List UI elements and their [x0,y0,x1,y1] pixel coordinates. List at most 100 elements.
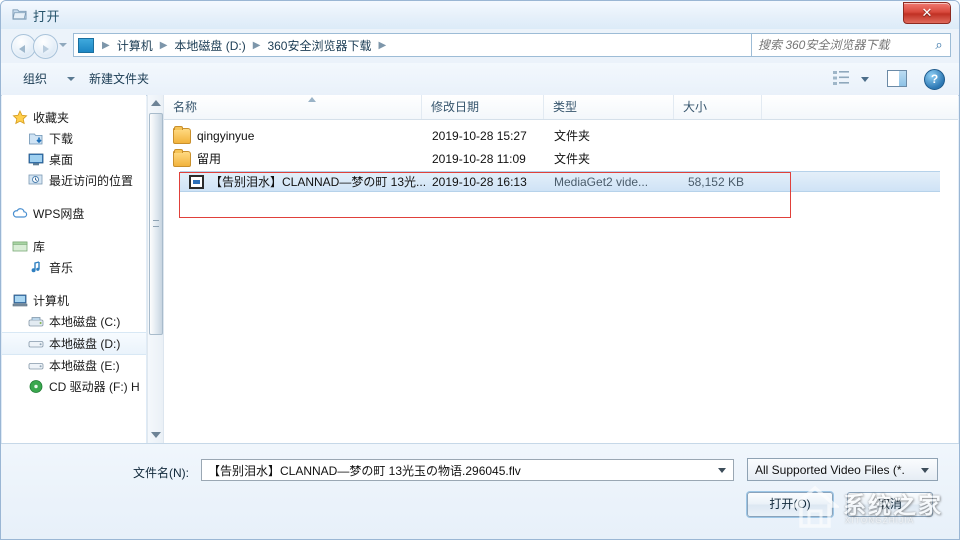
column-headers: 名称 修改日期 类型 大小 [164,95,958,120]
filename-label: 文件名(N): [133,466,189,480]
drive-icon [28,363,44,370]
file-name-text: 留用 [197,152,222,166]
chevron-down-icon[interactable] [67,77,75,81]
cloud-icon [12,208,28,218]
title-bar: 打开 ✕ [1,1,959,29]
sidebar-label: 下载 [49,132,74,146]
star-icon [12,110,28,125]
sidebar-item-music[interactable]: 音乐 [2,257,146,278]
folder-icon [173,148,191,167]
sidebar-label: 计算机 [33,294,70,308]
breadcrumb-separator: ▶ [252,39,261,51]
sidebar-label: 音乐 [49,261,74,275]
address-bar[interactable]: ▶ 计算机 ▶ 本地磁盘 (D:) ▶ 360安全浏览器下载 ▶ [73,33,781,57]
toolbar: 组织 新建文件夹 ? [1,63,959,96]
close-button[interactable]: ✕ [903,2,951,24]
sidebar-item-wps-cloud[interactable]: WPS网盘 [2,203,146,224]
chevron-down-icon[interactable] [718,468,726,473]
sidebar-label: 收藏夹 [33,111,70,125]
column-header-date[interactable]: 修改日期 [422,95,544,119]
view-mode-icon[interactable] [833,71,849,86]
file-type-cell: MediaGet2 vide... [554,174,649,189]
file-name-cell: qingyinyue [173,125,255,144]
column-header-size[interactable]: 大小 [674,95,762,119]
sidebar-item-desktop[interactable]: 桌面 [2,149,146,170]
system-drive-icon [28,317,44,327]
sidebar-group-favorites[interactable]: 收藏夹 [2,107,146,128]
window-title: 打开 [33,9,61,24]
scroll-down-arrow-icon[interactable] [151,432,161,438]
back-arrow-icon [19,45,25,53]
sidebar-label: 库 [33,240,46,254]
breadcrumb-item-folder[interactable]: 360安全浏览器下载 [265,37,373,54]
recent-places-icon [28,174,43,185]
scroll-up-arrow-icon[interactable] [151,100,161,106]
sidebar-label: 本地磁盘 (E:) [49,359,120,373]
computer-icon [12,294,28,307]
filetype-select[interactable]: All Supported Video Files (*. [747,458,938,481]
music-icon [31,261,40,273]
filetype-value: All Supported Video Files (*. [755,462,905,477]
sidebar-label: 本地磁盘 (C:) [49,315,121,329]
sidebar-label: 本地磁盘 (D:) [49,337,121,351]
history-dropdown-icon[interactable] [59,43,67,47]
organize-button[interactable]: 组织 [23,70,47,87]
sidebar-item-recent-places[interactable]: 最近访问的位置 [2,170,146,191]
sidebar-label: 最近访问的位置 [49,174,134,188]
file-name-text: qingyinyue [197,128,255,143]
file-date-cell: 2019-10-28 11:09 [432,151,526,166]
preview-pane-icon[interactable] [887,70,907,87]
file-type-cell: 文件夹 [554,152,591,166]
navigation-bar: ▶ 计算机 ▶ 本地磁盘 (D:) ▶ 360安全浏览器下载 ▶ ↻ ⌕ [1,29,959,63]
new-folder-button[interactable]: 新建文件夹 [89,70,149,87]
navigation-pane[interactable]: 收藏夹 下载 桌面 最近访问的位置 WPS网盘 库 音乐 计算机 本地磁盘 (C… [2,95,146,443]
table-row[interactable]: qingyinyue 2019-10-28 15:27 文件夹 [164,125,958,146]
folder-icon [78,37,94,53]
breadcrumb-item-drive-d[interactable]: 本地磁盘 (D:) [172,37,247,54]
sidebar-item-drive-d[interactable]: 本地磁盘 (D:) [2,332,146,355]
filename-input[interactable]: 【告别泪水】CLANNAD—梦の町 13光玉の物语.296045.flv [201,459,734,481]
search-icon: ⌕ [935,37,943,52]
table-row[interactable]: 留用 2019-10-28 11:09 文件夹 [164,148,958,169]
sidebar-item-drive-c[interactable]: 本地磁盘 (C:) [2,311,146,332]
chevron-down-icon[interactable] [921,468,929,473]
drive-icon [28,341,44,348]
breadcrumb-separator: ▶ [102,39,110,51]
desktop-icon [28,153,44,166]
file-name-text: 【告别泪水】CLANNAD—梦の町 13光... [210,175,427,189]
cancel-button[interactable]: 取消 [847,492,933,517]
chevron-down-icon[interactable] [861,77,869,82]
search-box[interactable]: ⌕ [751,33,951,57]
dialog-footer: 文件名(N): 【告别泪水】CLANNAD—梦の町 13光玉の物语.296045… [1,443,959,539]
sidebar-group-computer[interactable]: 计算机 [2,290,146,311]
file-size-cell: 58,152 KB [687,174,744,189]
search-input[interactable] [756,37,932,53]
sidebar-item-drive-e[interactable]: 本地磁盘 (E:) [2,355,146,376]
open-folder-icon [12,9,27,20]
open-file-dialog: 打开 ✕ ▶ 计算机 ▶ 本地磁盘 (D:) ▶ 360安全浏览器下载 ▶ ↻ … [0,0,960,540]
scrollbar-thumb[interactable] [149,113,163,335]
file-type-cell: 文件夹 [554,129,591,143]
breadcrumb-item-computer[interactable]: 计算机 [115,37,155,54]
help-icon[interactable]: ? [924,69,945,90]
column-header-name[interactable]: 名称 [164,95,422,119]
sidebar-group-libraries[interactable]: 库 [2,236,146,257]
sidebar-scrollbar[interactable] [147,95,163,443]
sidebar-item-downloads[interactable]: 下载 [2,128,146,149]
downloads-icon [29,133,43,145]
column-header-type[interactable]: 类型 [544,95,674,119]
file-list[interactable]: 名称 修改日期 类型 大小 qingyinyue 2019-10-28 15:2… [163,95,958,443]
sidebar-item-cd-drive[interactable]: CD 驱动器 (F:) H [2,376,146,397]
forward-button[interactable] [33,34,58,59]
file-name-cell: 留用 [173,148,222,167]
sort-ascending-icon [308,97,316,102]
table-row[interactable]: 【告别泪水】CLANNAD—梦の町 13光... 2019-10-28 16:1… [180,171,940,192]
sidebar-label: CD 驱动器 (F:) H [49,380,140,394]
filename-value: 【告别泪水】CLANNAD—梦の町 13光玉の物语.296045.flv [208,463,521,478]
open-button[interactable]: 打开(O) [747,492,833,517]
breadcrumb-separator: ▶ [159,39,168,51]
forward-arrow-icon [43,45,49,53]
